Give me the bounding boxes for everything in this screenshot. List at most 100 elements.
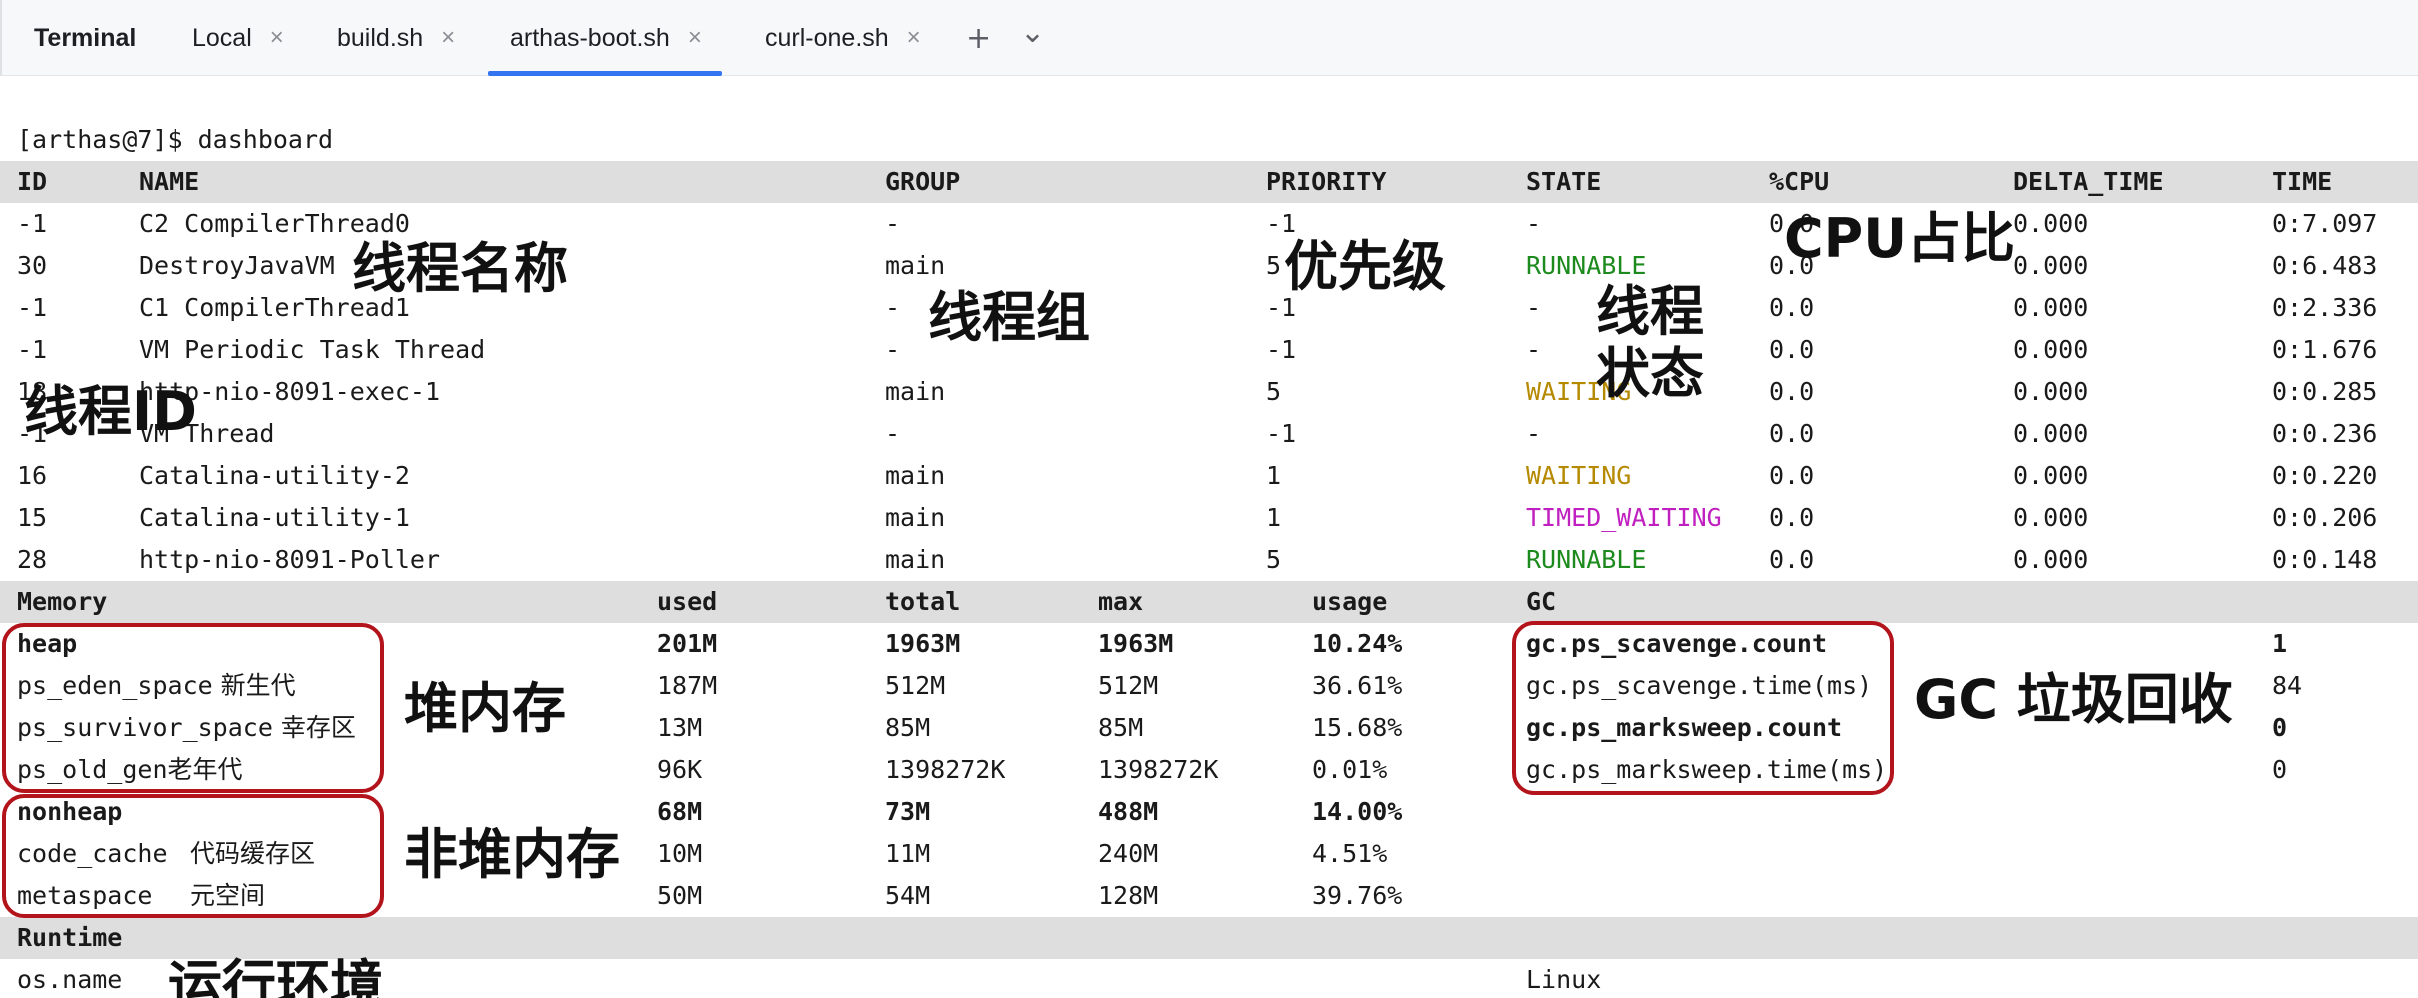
thread-cpu: 0.0 [1769, 293, 1815, 322]
thread-time: 0:0.236 [2272, 419, 2378, 448]
nonheap-annotation-box [2, 794, 384, 918]
thread-group: - [885, 209, 901, 238]
thread-row: 16 Catalina-utility-2 main 1 WAITING 0.0… [0, 455, 2418, 497]
thread-state: WAITING [1526, 461, 1632, 490]
memory-usage: 14.00% [1312, 797, 1403, 826]
thread-state: RUNNABLE [1526, 545, 1647, 574]
thread-delta: 0.000 [2013, 377, 2089, 406]
memory-total: 54M [885, 881, 931, 910]
thread-cpu: 0.0 [1769, 461, 1815, 490]
col-max: max [1098, 587, 1144, 616]
terminal-output[interactable]: [arthas@7]$ dashboard ID NAME GROUP PRIO… [0, 77, 2418, 998]
memory-used: 201M [657, 629, 718, 658]
thread-priority: 1 [1266, 461, 1282, 490]
chevron-down-icon[interactable]: ⌄ [1020, 0, 1045, 70]
col-group: GROUP [885, 167, 961, 196]
memory-max: 128M [1098, 881, 1159, 910]
thread-time: 0:6.483 [2272, 251, 2378, 280]
memory-total: 512M [885, 671, 946, 700]
annotation-nonheap: 非堆内存 [404, 823, 620, 886]
thread-priority: 5 [1266, 545, 1282, 574]
terminal-tab-bar: Terminal Local × build.sh × arthas-boot.… [0, 0, 2418, 76]
thread-cpu: 0.0 [1769, 335, 1815, 364]
memory-max: 240M [1098, 839, 1159, 868]
thread-group: - [885, 293, 901, 322]
thread-group: main [885, 461, 946, 490]
thread-name: DestroyJavaVM [139, 251, 335, 280]
thread-name: Catalina-utility-2 [139, 461, 410, 490]
thread-time: 0:0.220 [2272, 461, 2378, 490]
command-prompt: [arthas@7]$ dashboard [0, 119, 2418, 161]
thread-time: 0:7.097 [2272, 209, 2378, 238]
thread-row: -1 VM Periodic Task Thread - -1 - 0.0 0.… [0, 329, 2418, 371]
memory-used: 10M [657, 839, 703, 868]
thread-group: - [885, 335, 901, 364]
tab-curl-one-sh[interactable]: curl-one.sh × [765, 0, 921, 76]
thread-priority: -1 [1266, 335, 1297, 364]
thread-delta: 0.000 [2013, 209, 2089, 238]
thread-table-header: ID NAME GROUP PRIORITY STATE %CPU DELTA_… [0, 161, 2418, 203]
thread-time: 0:2.336 [2272, 293, 2378, 322]
annotation-thread-group: 线程组 [928, 286, 1090, 349]
memory-max: 488M [1098, 797, 1159, 826]
thread-row: 28 http-nio-8091-Poller main 5 RUNNABLE … [0, 539, 2418, 581]
tab-build-sh[interactable]: build.sh × [337, 0, 455, 76]
thread-cpu: 0.0 [1769, 545, 1815, 574]
thread-priority: 5 [1266, 251, 1282, 280]
col-delta-time: DELTA_TIME [2013, 167, 2164, 196]
thread-delta: 0.000 [2013, 251, 2089, 280]
memory-used: 68M [657, 797, 703, 826]
thread-cpu: 0.0 [1769, 419, 1815, 448]
tab-arthas-boot-sh[interactable]: arthas-boot.sh × [488, 0, 722, 76]
memory-total: 1963M [885, 629, 961, 658]
thread-state: - [1526, 335, 1542, 364]
runtime-name: os.name [17, 965, 123, 994]
col-runtime: Runtime [17, 923, 123, 952]
memory-used: 187M [657, 671, 718, 700]
thread-group: - [885, 419, 901, 448]
thread-id: 16 [17, 461, 48, 490]
thread-id: -1 [17, 209, 48, 238]
thread-time: 0:0.206 [2272, 503, 2378, 532]
memory-total: 85M [885, 713, 931, 742]
col-name: NAME [139, 167, 200, 196]
prompt-text: [arthas@7]$ dashboard [17, 125, 334, 154]
terminal-tool-title: Terminal [34, 23, 137, 52]
annotation-thread-id: 线程ID [24, 380, 197, 443]
thread-id: -1 [17, 293, 48, 322]
memory-used: 96K [657, 755, 703, 784]
close-icon[interactable]: × [688, 24, 702, 52]
col-gc: GC [1526, 587, 1557, 616]
tab-label: arthas-boot.sh [510, 23, 670, 52]
thread-group: main [885, 377, 946, 406]
thread-group: main [885, 503, 946, 532]
add-tab-icon[interactable]: + [966, 0, 991, 76]
thread-name: VM Periodic Task Thread [139, 335, 486, 364]
thread-time: 0:1.676 [2272, 335, 2378, 364]
memory-usage: 15.68% [1312, 713, 1403, 742]
thread-cpu: 0.0 [1769, 377, 1815, 406]
thread-priority: -1 [1266, 419, 1297, 448]
tab-local[interactable]: Local × [192, 0, 284, 76]
thread-state: - [1526, 419, 1542, 448]
close-icon[interactable]: × [441, 24, 455, 52]
annotation-runtime: 运行环境 [168, 954, 384, 998]
annotation-gc: GC 垃圾回收 [1914, 668, 2233, 731]
gc-value: 0 [2272, 713, 2288, 742]
annotation-thread-state-1: 线程 [1596, 280, 1704, 343]
tab-label: curl-one.sh [765, 23, 889, 52]
close-icon[interactable]: × [270, 24, 284, 52]
thread-id: 28 [17, 545, 48, 574]
runtime-value: Linux [1526, 965, 1602, 994]
memory-usage: 36.61% [1312, 671, 1403, 700]
thread-delta: 0.000 [2013, 335, 2089, 364]
thread-row: -1 VM Thread - -1 - 0.0 0.000 0:0.236 [0, 413, 2418, 455]
gc-value: 1 [2272, 629, 2288, 658]
thread-name: http-nio-8091-Poller [139, 545, 441, 574]
close-icon[interactable]: × [907, 24, 921, 52]
memory-usage: 0.01% [1312, 755, 1388, 784]
memory-table-header: Memory used total max usage GC [0, 581, 2418, 623]
memory-used: 13M [657, 713, 703, 742]
col-id: ID [17, 167, 48, 196]
thread-state: - [1526, 293, 1542, 322]
